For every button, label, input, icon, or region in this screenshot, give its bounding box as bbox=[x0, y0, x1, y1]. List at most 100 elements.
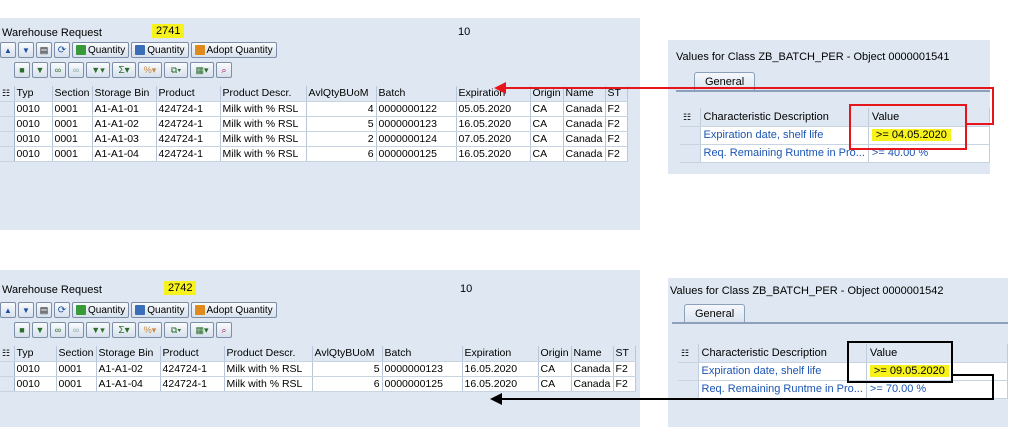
bottom-col-expiration[interactable]: Expiration bbox=[462, 346, 539, 362]
row-selector[interactable] bbox=[0, 131, 15, 147]
char-desc[interactable]: Req. Remaining Runtme in Pro... bbox=[700, 144, 869, 163]
top-char-col-desc[interactable]: Characteristic Description bbox=[700, 108, 869, 127]
row-selector[interactable] bbox=[680, 126, 701, 145]
cell-section: 0001 bbox=[56, 361, 97, 377]
trash-icon bbox=[135, 305, 146, 315]
top-delete-quantity-button[interactable]: Quantity bbox=[131, 42, 189, 58]
cell-batch: 0000000123 bbox=[382, 361, 463, 377]
table-row[interactable]: 0010 0001 A1-A1-03 424724-1 Milk with % … bbox=[0, 131, 628, 147]
cell-name: Canada bbox=[571, 376, 614, 392]
top-adopt-quantity-button[interactable]: Adopt Quantity bbox=[190, 42, 277, 58]
top-col-avlqty[interactable]: AvlQtyBUoM bbox=[306, 86, 377, 102]
bottom-col-storage-bin[interactable]: Storage Bin bbox=[96, 346, 161, 362]
top-sum-button[interactable]: Σ▾ bbox=[112, 62, 136, 78]
table-row[interactable]: 0010 0001 A1-A1-04 424724-1 Milk with % … bbox=[0, 146, 628, 162]
row-selector[interactable] bbox=[680, 144, 701, 163]
bottom-delete-quantity-button[interactable]: Quantity bbox=[131, 302, 189, 318]
row-selector[interactable] bbox=[678, 380, 699, 399]
print-icon: ■ bbox=[19, 65, 25, 75]
top-find-button[interactable]: ∞ bbox=[50, 62, 66, 78]
top-column-selector[interactable]: ☷ bbox=[0, 86, 15, 102]
bottom-filter-set-button[interactable]: ▼ bbox=[32, 322, 48, 338]
trash-icon bbox=[135, 45, 146, 55]
bottom-col-st[interactable]: ST bbox=[613, 346, 636, 362]
bottom-col-section[interactable]: Section bbox=[56, 346, 97, 362]
top-refresh-button[interactable]: ⟳ bbox=[54, 42, 70, 58]
top-col-product-descr[interactable]: Product Descr. bbox=[220, 86, 307, 102]
row-selector[interactable] bbox=[0, 146, 15, 162]
bottom-quantity-button[interactable]: Quantity bbox=[72, 302, 130, 318]
cell-avlqty: 6 bbox=[306, 146, 377, 162]
char-desc[interactable]: Req. Remaining Runtme in Pro... bbox=[698, 380, 867, 399]
top-col-storage-bin[interactable]: Storage Bin bbox=[92, 86, 157, 102]
top-info-button[interactable]: ⌕ bbox=[216, 62, 232, 78]
bottom-print-button[interactable]: ■ bbox=[14, 322, 30, 338]
bottom-adopt-quantity-button[interactable]: Adopt Quantity bbox=[190, 302, 277, 318]
table-row[interactable]: 0010 0001 A1-A1-04 424724-1 Milk with % … bbox=[0, 376, 636, 392]
bottom-column-selector[interactable]: ☷ bbox=[0, 346, 15, 362]
cell-expiration: 16.05.2020 bbox=[462, 361, 539, 377]
char-desc[interactable]: Expiration date, shelf life bbox=[700, 126, 869, 145]
bottom-refresh-button[interactable]: ⟳ bbox=[54, 302, 70, 318]
top-col-section[interactable]: Section bbox=[52, 86, 93, 102]
bottom-col-origin[interactable]: Origin bbox=[538, 346, 572, 362]
bottom-col-batch[interactable]: Batch bbox=[382, 346, 463, 362]
funnel-icon: ▼ bbox=[35, 65, 45, 75]
cell-typ: 0010 bbox=[14, 361, 57, 377]
cell-product: 424724-1 bbox=[156, 131, 221, 147]
bottom-info-button[interactable]: ⌕ bbox=[216, 322, 232, 338]
cell-batch: 0000000123 bbox=[376, 116, 457, 132]
top-move-up-button[interactable]: ▲ bbox=[0, 42, 16, 58]
bottom-filter-button[interactable]: ▼▾ bbox=[86, 322, 110, 338]
bottom-col-typ[interactable]: Typ bbox=[14, 346, 57, 362]
bottom-col-product[interactable]: Product bbox=[160, 346, 225, 362]
top-subtotal-button[interactable]: %▾ bbox=[138, 62, 162, 78]
top-filter-set-button[interactable]: ▼ bbox=[32, 62, 48, 78]
top-char-column-selector[interactable]: ☷ bbox=[680, 108, 701, 127]
bottom-sum-button[interactable]: Σ▾ bbox=[112, 322, 136, 338]
top-detail-button[interactable]: ▤ bbox=[36, 42, 52, 58]
top-move-down-button[interactable]: ▼ bbox=[18, 42, 34, 58]
row-selector[interactable] bbox=[0, 376, 15, 392]
top-quantity-button[interactable]: Quantity bbox=[72, 42, 130, 58]
bottom-col-avlqty[interactable]: AvlQtyBUoM bbox=[312, 346, 383, 362]
detail-icon: ▤ bbox=[39, 44, 49, 55]
cell-origin: CA bbox=[538, 376, 572, 392]
table-row[interactable]: Req. Remaining Runtme in Pro... >= 70.00… bbox=[678, 380, 1009, 399]
table-row[interactable]: 0010 0001 A1-A1-01 424724-1 Milk with % … bbox=[0, 101, 628, 117]
bottom-col-name[interactable]: Name bbox=[571, 346, 614, 362]
binoculars-icon: ∞ bbox=[54, 325, 62, 335]
bottom-find-button[interactable]: ∞ bbox=[50, 322, 66, 338]
bottom-export-button[interactable]: ⧉▾ bbox=[164, 322, 188, 338]
bottom-tab-underline bbox=[672, 322, 1008, 324]
top-col-typ[interactable]: Typ bbox=[14, 86, 53, 102]
refresh-icon: ⟳ bbox=[57, 44, 67, 56]
table-row[interactable]: 0010 0001 A1-A1-02 424724-1 Milk with % … bbox=[0, 361, 636, 377]
top-col-product[interactable]: Product bbox=[156, 86, 221, 102]
top-col-batch[interactable]: Batch bbox=[376, 86, 457, 102]
bottom-col-product-descr[interactable]: Product Descr. bbox=[224, 346, 313, 362]
bottom-move-down-button[interactable]: ▼ bbox=[18, 302, 34, 318]
table-row[interactable]: Expiration date, shelf life >= 09.05.202… bbox=[678, 362, 1009, 381]
row-selector[interactable] bbox=[0, 116, 15, 132]
top-filter-button[interactable]: ▼▾ bbox=[86, 62, 110, 78]
bottom-subtotal-button[interactable]: %▾ bbox=[138, 322, 162, 338]
bottom-tab-general[interactable]: General bbox=[684, 304, 746, 322]
row-selector[interactable] bbox=[0, 101, 15, 117]
top-layout-button[interactable]: ▦▾ bbox=[190, 62, 214, 78]
top-print-button[interactable]: ■ bbox=[14, 62, 30, 78]
bottom-find-next-button[interactable]: ∞ bbox=[68, 322, 84, 338]
table-row[interactable]: 0010 0001 A1-A1-02 424724-1 Milk with % … bbox=[0, 116, 628, 132]
row-selector[interactable] bbox=[0, 361, 15, 377]
cell-section: 0001 bbox=[56, 376, 97, 392]
top-export-button[interactable]: ⧉▾ bbox=[164, 62, 188, 78]
row-selector[interactable] bbox=[678, 362, 699, 381]
top-find-next-button[interactable]: ∞ bbox=[68, 62, 84, 78]
char-desc[interactable]: Expiration date, shelf life bbox=[698, 362, 867, 381]
bottom-layout-button[interactable]: ▦▾ bbox=[190, 322, 214, 338]
cell-batch: 0000000124 bbox=[376, 131, 457, 147]
bottom-detail-button[interactable]: ▤ bbox=[36, 302, 52, 318]
bottom-move-up-button[interactable]: ▲ bbox=[0, 302, 16, 318]
bottom-char-col-desc[interactable]: Characteristic Description bbox=[698, 344, 867, 363]
bottom-char-column-selector[interactable]: ☷ bbox=[678, 344, 699, 363]
